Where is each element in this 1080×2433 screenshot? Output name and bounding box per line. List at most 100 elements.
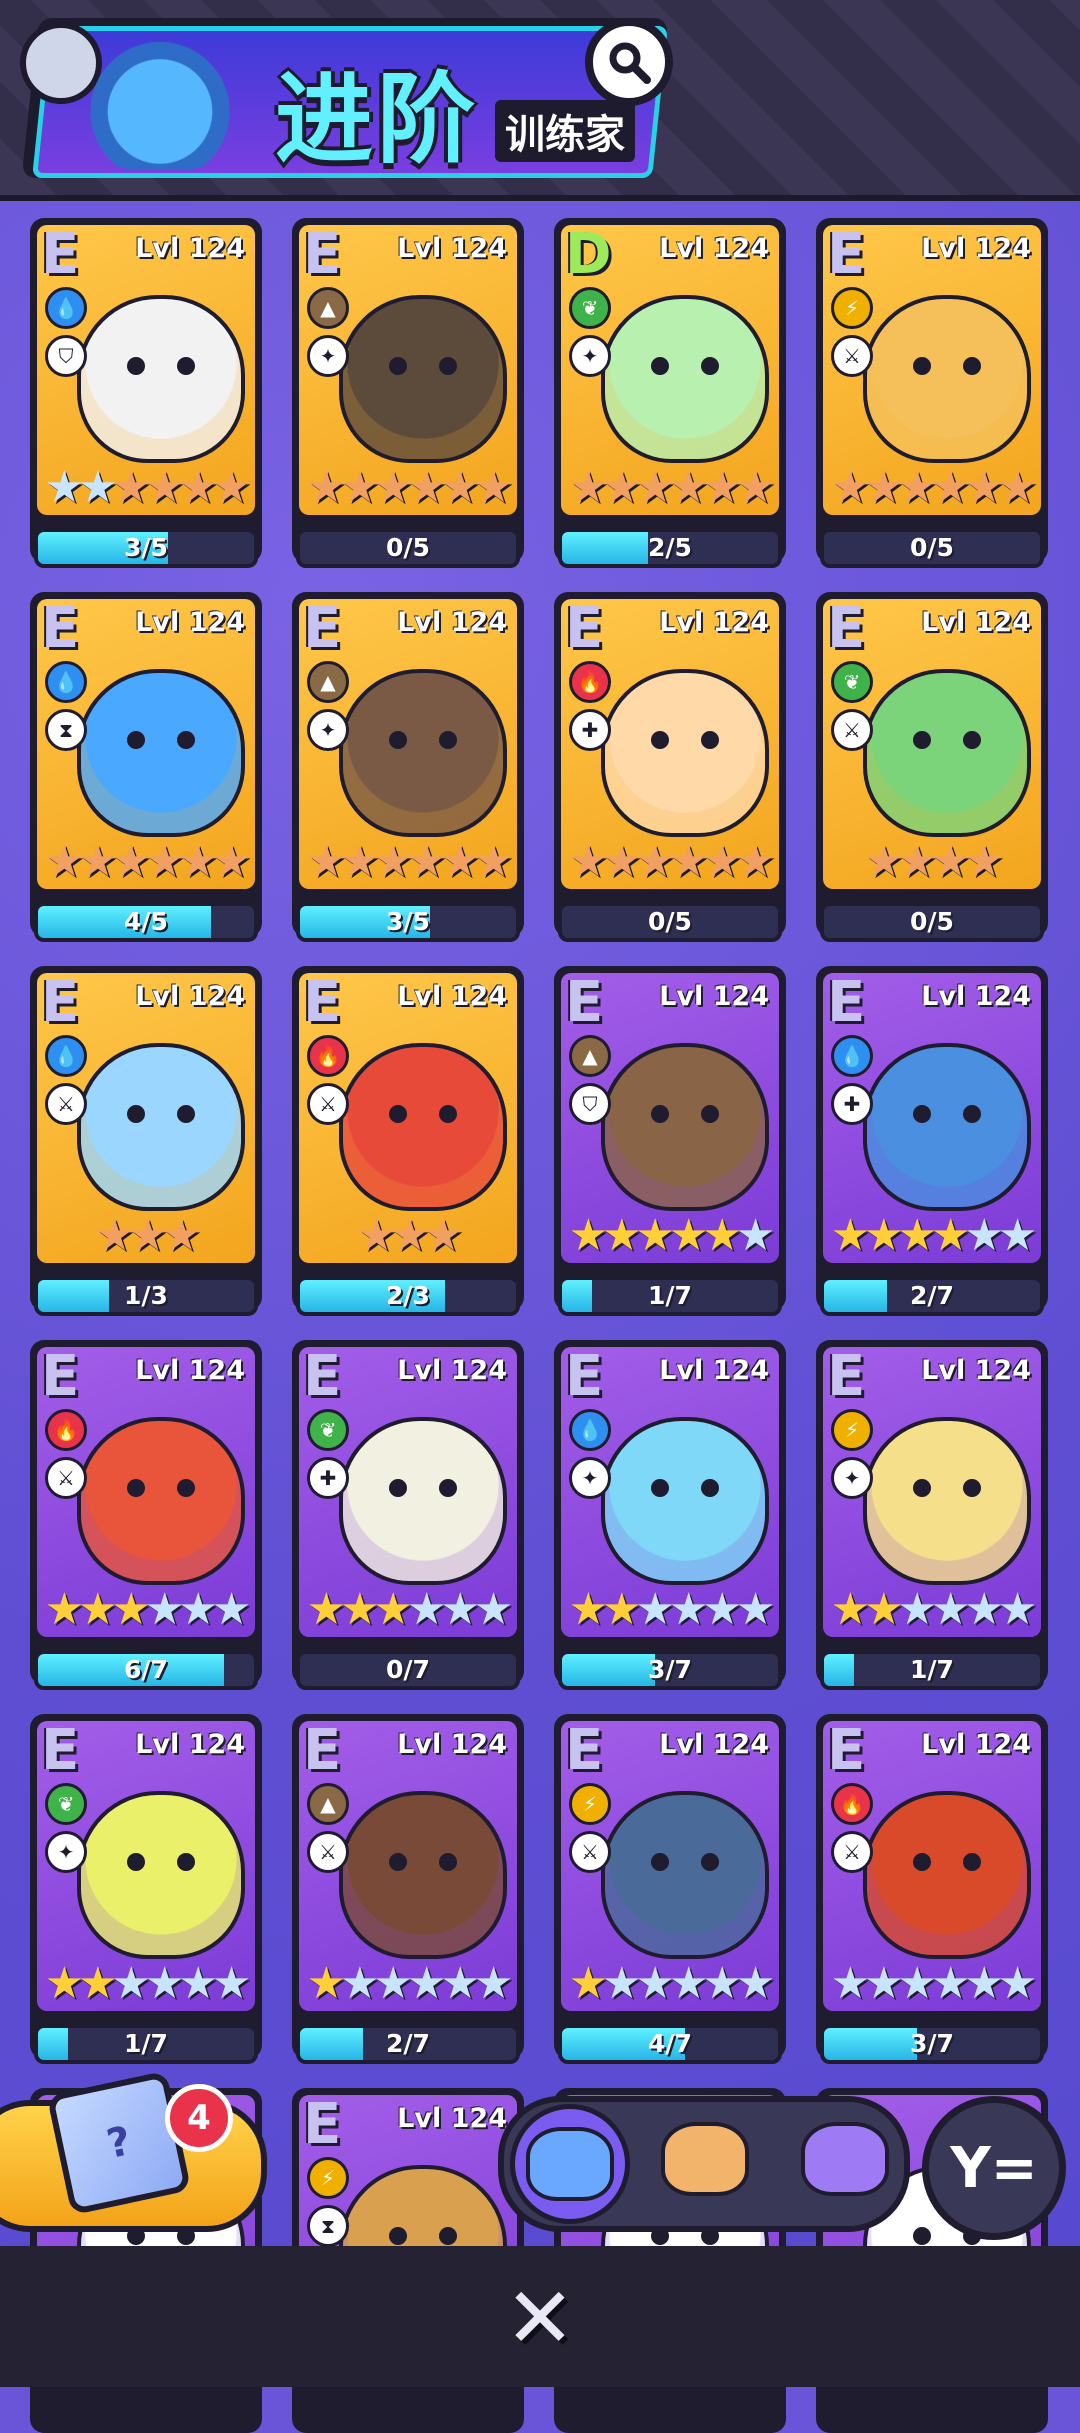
card-art: E Lvl 124 ❦ ✚ ★ ★ ★ ★ ★ ★ [299, 1347, 517, 1637]
card-grade: E [827, 1721, 866, 1783]
card-level: Lvl 124 [397, 1729, 507, 1760]
sword-role-icon: ⚔ [45, 1457, 87, 1499]
creature-portrait [77, 669, 245, 837]
creature-portrait [601, 1791, 769, 1959]
shard-progress: 1/7 [816, 1640, 1048, 1690]
card-grade: E [565, 973, 604, 1035]
top-bar: 进阶 训练家 [0, 0, 1080, 201]
electric-type-icon: ⚡ [307, 2157, 349, 2199]
creature-eye [177, 731, 195, 749]
creature-portrait [77, 1417, 245, 1585]
trainer-card[interactable]: D Lvl 124 ❦ ✦ ★ ★ ★ ★ ★ ★ 2/5 [554, 218, 786, 568]
card-level: Lvl 124 [397, 2103, 507, 2134]
star-rating: ★ ★ ★ ★ ★ ★ [565, 1211, 779, 1263]
fire-type-icon: 🔥 [45, 1409, 87, 1451]
silver-star-icon: ★ [735, 1958, 776, 2009]
star-rating: ★ ★ ★ ★ ★ ★ [41, 837, 255, 889]
card-art: D Lvl 124 ❦ ✦ ★ ★ ★ ★ ★ ★ [561, 225, 779, 515]
star-rating: ★ ★ ★ ★ ★ ★ [41, 463, 255, 515]
search-button[interactable] [585, 18, 673, 106]
progress-bar: 1/7 [820, 1650, 1044, 1690]
trainer-card[interactable]: E Lvl 124 ⚡ ✦ ★ ★ ★ ★ ★ ★ 1/7 [816, 1340, 1048, 1690]
trainer-card[interactable]: E Lvl 124 🔥 ✚ ★ ★ ★ ★ ★ ★ 0/5 [554, 592, 786, 942]
mystery-box-icon[interactable]: ? [46, 2070, 192, 2216]
trainer-card[interactable]: E Lvl 124 ▲ ✦ ★ ★ ★ ★ ★ ★ 0/5 [292, 218, 524, 568]
creature-portrait [339, 1791, 507, 1959]
creature-eye [963, 357, 981, 375]
bolt-role-icon: ✦ [307, 709, 349, 751]
progress-bar: 3/7 [820, 2024, 1044, 2064]
creature-eye [651, 1853, 669, 1871]
star-rating: ★ ★ ★ ★ ★ ★ [827, 463, 1041, 515]
card-art: E Lvl 124 💧 ⧗ ★ ★ ★ ★ ★ ★ [37, 599, 255, 889]
shield-role-icon: ⛉ [45, 335, 87, 377]
close-icon: ✕ [504, 2269, 576, 2367]
star-rating: ★ ★ ★ ★ ★ ★ [565, 1959, 779, 2011]
creature-eye [701, 1105, 719, 1123]
trainer-card[interactable]: E Lvl 124 🔥 ⚔ ★ ★ ★ 2/3 [292, 966, 524, 1316]
trainer-card[interactable]: E Lvl 124 💧 ✦ ★ ★ ★ ★ ★ ★ 3/7 [554, 1340, 786, 1690]
trainer-card[interactable]: E Lvl 124 💧 ⛉ ★ ★ ★ ★ ★ ★ 3/5 [30, 218, 262, 568]
star-rating: ★ ★ ★ ★ ★ ★ [565, 837, 779, 889]
trainer-card[interactable]: E Lvl 124 ⚡ ⚔ ★ ★ ★ ★ ★ ★ 4/7 [554, 1714, 786, 2064]
star-rating: ★ ★ ★ ★ ★ ★ [303, 837, 517, 889]
card-grade: E [565, 599, 604, 661]
trainer-card[interactable]: E Lvl 124 ❦ ⚔ ★ ★ ★ ★ 0/5 [816, 592, 1048, 942]
creature-eye [701, 731, 719, 749]
trainer-card[interactable]: E Lvl 124 ❦ ✦ ★ ★ ★ ★ ★ ★ 1/7 [30, 1714, 262, 2064]
creature-eye [177, 1853, 195, 1871]
creature-eye [439, 731, 457, 749]
creature-eye [389, 357, 407, 375]
silver-star-icon: ★ [997, 1958, 1038, 2009]
creature-eye [389, 1479, 407, 1497]
trainer-card[interactable]: E Lvl 124 🔥 ⚔ ★ ★ ★ ★ ★ ★ 3/7 [816, 1714, 1048, 2064]
trainer-card[interactable]: E Lvl 124 ❦ ✚ ★ ★ ★ ★ ★ ★ 0/7 [292, 1340, 524, 1690]
star-rating: ★ ★ ★ ★ ★ ★ [827, 1211, 1041, 1263]
creature-eye [701, 357, 719, 375]
star-rating: ★ ★ ★ ★ ★ ★ [565, 1585, 779, 1637]
tab-hamster[interactable] [650, 2104, 760, 2214]
creature-eye [177, 1105, 195, 1123]
creature-eye [913, 2227, 931, 2245]
trainer-card[interactable]: E Lvl 124 💧 ⧗ ★ ★ ★ ★ ★ ★ 4/5 [30, 592, 262, 942]
card-grade: E [303, 599, 342, 661]
progress-label: 2/7 [386, 2029, 430, 2058]
trainer-card[interactable]: E Lvl 124 🔥 ⚔ ★ ★ ★ ★ ★ ★ 6/7 [30, 1340, 262, 1690]
shard-progress: 3/5 [30, 518, 262, 568]
silver-star-icon: ★ [473, 1958, 514, 2009]
filter-button[interactable]: Y= [922, 2096, 1066, 2240]
trainer-card[interactable]: E Lvl 124 ▲ ⚔ ★ ★ ★ ★ ★ ★ 2/7 [292, 1714, 524, 2064]
shard-progress: 3/5 [292, 892, 524, 942]
earth-type-icon: ▲ [307, 287, 349, 329]
sword-role-icon: ⚔ [831, 1831, 873, 1873]
card-art: E Lvl 124 🔥 ⚔ ★ ★ ★ [299, 973, 517, 1263]
bronze-star-icon: ★ [161, 1210, 202, 1261]
card-level: Lvl 124 [659, 1729, 769, 1760]
bolt-role-icon: ✦ [307, 335, 349, 377]
trainer-card[interactable]: E Lvl 124 ▲ ⛉ ★ ★ ★ ★ ★ ★ 1/7 [554, 966, 786, 1316]
progress-label: 0/5 [648, 907, 692, 936]
star-rating: ★ ★ ★ ★ ★ ★ [41, 1585, 255, 1637]
progress-bar: 1/7 [558, 1276, 782, 1316]
progress-bar: 0/5 [558, 902, 782, 942]
close-button[interactable]: ✕ [500, 2269, 580, 2367]
creature-portrait [339, 669, 507, 837]
progress-label: 0/5 [910, 907, 954, 936]
trainer-card[interactable]: E Lvl 124 💧 ✚ ★ ★ ★ ★ ★ ★ 2/7 [816, 966, 1048, 1316]
card-art: E Lvl 124 ▲ ⛉ ★ ★ ★ ★ ★ ★ [561, 973, 779, 1263]
creature-eye [913, 731, 931, 749]
bolt-role-icon: ✦ [45, 1831, 87, 1873]
tab-cat[interactable] [510, 2104, 630, 2224]
page-subtitle: 训练家 [495, 100, 635, 162]
creature-eye [127, 1479, 145, 1497]
tab-star-cat[interactable] [790, 2104, 900, 2214]
trainer-card[interactable]: E Lvl 124 💧 ⚔ ★ ★ ★ 1/3 [30, 966, 262, 1316]
progress-bar: 2/5 [558, 528, 782, 568]
card-grade: E [41, 1721, 80, 1783]
trainer-card[interactable]: E Lvl 124 ▲ ✦ ★ ★ ★ ★ ★ ★ 3/5 [292, 592, 524, 942]
filter-icon: Y= [950, 2135, 1038, 2201]
card-grade: E [565, 1347, 604, 1409]
card-level: Lvl 124 [659, 1355, 769, 1386]
trainer-card[interactable]: E Lvl 124 ⚡ ⚔ ★ ★ ★ ★ ★ ★ 0/5 [816, 218, 1048, 568]
shard-progress: 0/7 [292, 1640, 524, 1690]
